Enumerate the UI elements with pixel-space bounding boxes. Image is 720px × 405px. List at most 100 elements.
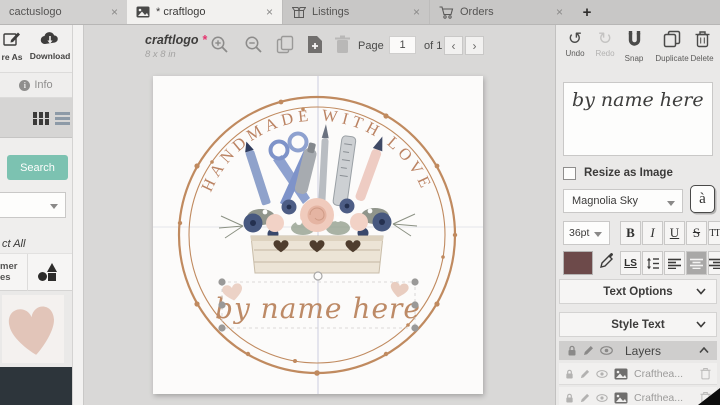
close-icon[interactable]: ×	[256, 5, 273, 19]
trash-icon[interactable]	[700, 367, 711, 380]
close-icon[interactable]: ×	[403, 5, 420, 19]
line-spacing-icon	[646, 257, 660, 270]
strikethrough-button[interactable]: S	[686, 221, 707, 245]
tab-label: * craftlogo	[156, 6, 206, 18]
letter-spacing-button[interactable]: LS	[620, 251, 641, 275]
tab-craftlogo[interactable]: * craftlogo ×	[127, 0, 282, 24]
resize-label: Resize as Image	[584, 167, 673, 179]
trash-icon	[695, 30, 710, 48]
copy-page-icon[interactable]	[276, 35, 295, 54]
info-button[interactable]: i Info	[0, 73, 72, 98]
zoom-out-icon[interactable]	[244, 35, 263, 54]
align-right-icon	[709, 258, 720, 269]
close-icon[interactable]: ×	[101, 5, 118, 19]
delete-page-icon[interactable]	[334, 35, 351, 54]
prev-page-button[interactable]: ‹	[444, 36, 463, 55]
special-character-button[interactable]: à	[690, 185, 715, 213]
image-icon	[136, 6, 150, 18]
heart-asset-thumbnail[interactable]	[2, 295, 64, 363]
search-button[interactable]: Search	[7, 155, 68, 180]
resize-as-image-row: Resize as Image	[563, 166, 673, 180]
tab-orders[interactable]: Orders ×	[429, 0, 572, 24]
redo-button[interactable]: ↻ Redo	[591, 30, 619, 58]
design-canvas[interactable]: HANDMADE WITH LOVE	[153, 76, 483, 394]
chevron-up-icon	[699, 347, 709, 354]
lock-icon[interactable]	[565, 369, 574, 379]
document-title: craftlogo *	[145, 33, 207, 47]
caps-button[interactable]: TT	[708, 221, 720, 245]
category-tab-label[interactable]: mer es	[0, 261, 24, 283]
pencil-icon[interactable]	[580, 393, 590, 403]
app-window: cactuslogo × * craftlogo × Listings × Or…	[0, 0, 720, 405]
lock-icon[interactable]	[565, 393, 574, 403]
sidebar-scrollbar[interactable]	[72, 25, 84, 405]
tab-label: cactuslogo	[9, 6, 62, 18]
eye-icon[interactable]	[596, 370, 608, 378]
align-left-button[interactable]	[664, 251, 685, 275]
cart-icon	[439, 6, 454, 19]
align-center-button[interactable]	[686, 251, 707, 275]
tab-listings[interactable]: Listings ×	[282, 0, 429, 24]
sidebar-footer	[0, 367, 72, 405]
chevron-down-icon	[50, 204, 58, 209]
download-label: Download	[28, 51, 72, 61]
text-options-accordion[interactable]: Text Options	[559, 279, 717, 304]
new-tab-button[interactable]: +	[572, 0, 602, 24]
rotate-handle[interactable]	[314, 272, 322, 280]
delete-button[interactable]: Delete	[686, 30, 718, 63]
line-spacing-button[interactable]	[642, 251, 663, 275]
info-icon: i	[19, 80, 30, 91]
page-number-input[interactable]	[389, 36, 416, 54]
style-text-accordion[interactable]: Style Text	[559, 312, 717, 337]
logo-artwork: HANDMADE WITH LOVE	[153, 76, 483, 394]
close-icon[interactable]: ×	[546, 5, 563, 19]
zoom-in-icon[interactable]	[210, 35, 229, 54]
bold-button[interactable]: B	[620, 221, 641, 245]
tab-label: Orders	[460, 6, 494, 18]
snap-button[interactable]: Snap	[619, 30, 649, 63]
left-sidebar: re As Download i Info Search ct All mer …	[0, 25, 72, 405]
grid-view-icon[interactable]	[33, 112, 49, 125]
align-left-icon	[668, 258, 681, 269]
download-button[interactable]: Download	[28, 31, 72, 61]
add-page-icon[interactable]	[306, 35, 324, 54]
layer-row[interactable]: Crafthea...	[559, 387, 717, 405]
italic-button[interactable]: I	[642, 221, 663, 245]
undo-icon: ↺	[561, 30, 589, 48]
text-color-swatch[interactable]	[563, 251, 593, 275]
align-right-button[interactable]	[708, 251, 720, 275]
save-as-icon	[3, 31, 21, 47]
text-content-input[interactable]: by name here	[563, 82, 713, 156]
pencil-icon[interactable]	[580, 369, 590, 379]
filter-dropdown[interactable]	[0, 192, 66, 218]
layers-title: Layers	[625, 344, 661, 358]
eye-icon[interactable]	[600, 346, 613, 355]
layer-thumbnail-icon	[614, 392, 628, 404]
corner-overlay	[698, 388, 720, 405]
eyedropper-button[interactable]	[599, 253, 615, 274]
layer-name: Crafthea...	[634, 368, 694, 380]
tab-cactuslogo[interactable]: cactuslogo ×	[0, 0, 127, 24]
eye-icon[interactable]	[596, 394, 608, 402]
underline-button[interactable]: U	[664, 221, 685, 245]
next-page-button[interactable]: ›	[465, 36, 484, 55]
script-name-text[interactable]: by name here	[215, 292, 421, 325]
chevron-down-icon	[594, 232, 602, 237]
arc-headline: HANDMADE WITH LOVE	[197, 105, 437, 194]
resize-checkbox[interactable]	[563, 167, 576, 180]
page-label: Page	[358, 40, 384, 52]
select-all-label[interactable]: ct All	[2, 238, 25, 250]
shapes-tab-icon[interactable]	[38, 263, 60, 283]
layers-header[interactable]: Layers	[559, 341, 717, 360]
list-view-icon[interactable]	[55, 112, 70, 125]
font-size-dropdown[interactable]: 36pt	[563, 221, 610, 245]
undo-button[interactable]: ↺ Undo	[561, 30, 589, 58]
lock-icon[interactable]	[567, 345, 577, 356]
layer-row[interactable]: Crafthea...	[559, 363, 717, 385]
pencil-icon[interactable]	[583, 345, 594, 356]
package-icon	[292, 6, 306, 18]
font-family-dropdown[interactable]: Magnolia Sky	[563, 189, 683, 213]
page-total: of 1	[424, 40, 442, 52]
tab-label: Listings	[312, 6, 349, 18]
assets-view-toggle	[0, 98, 72, 138]
